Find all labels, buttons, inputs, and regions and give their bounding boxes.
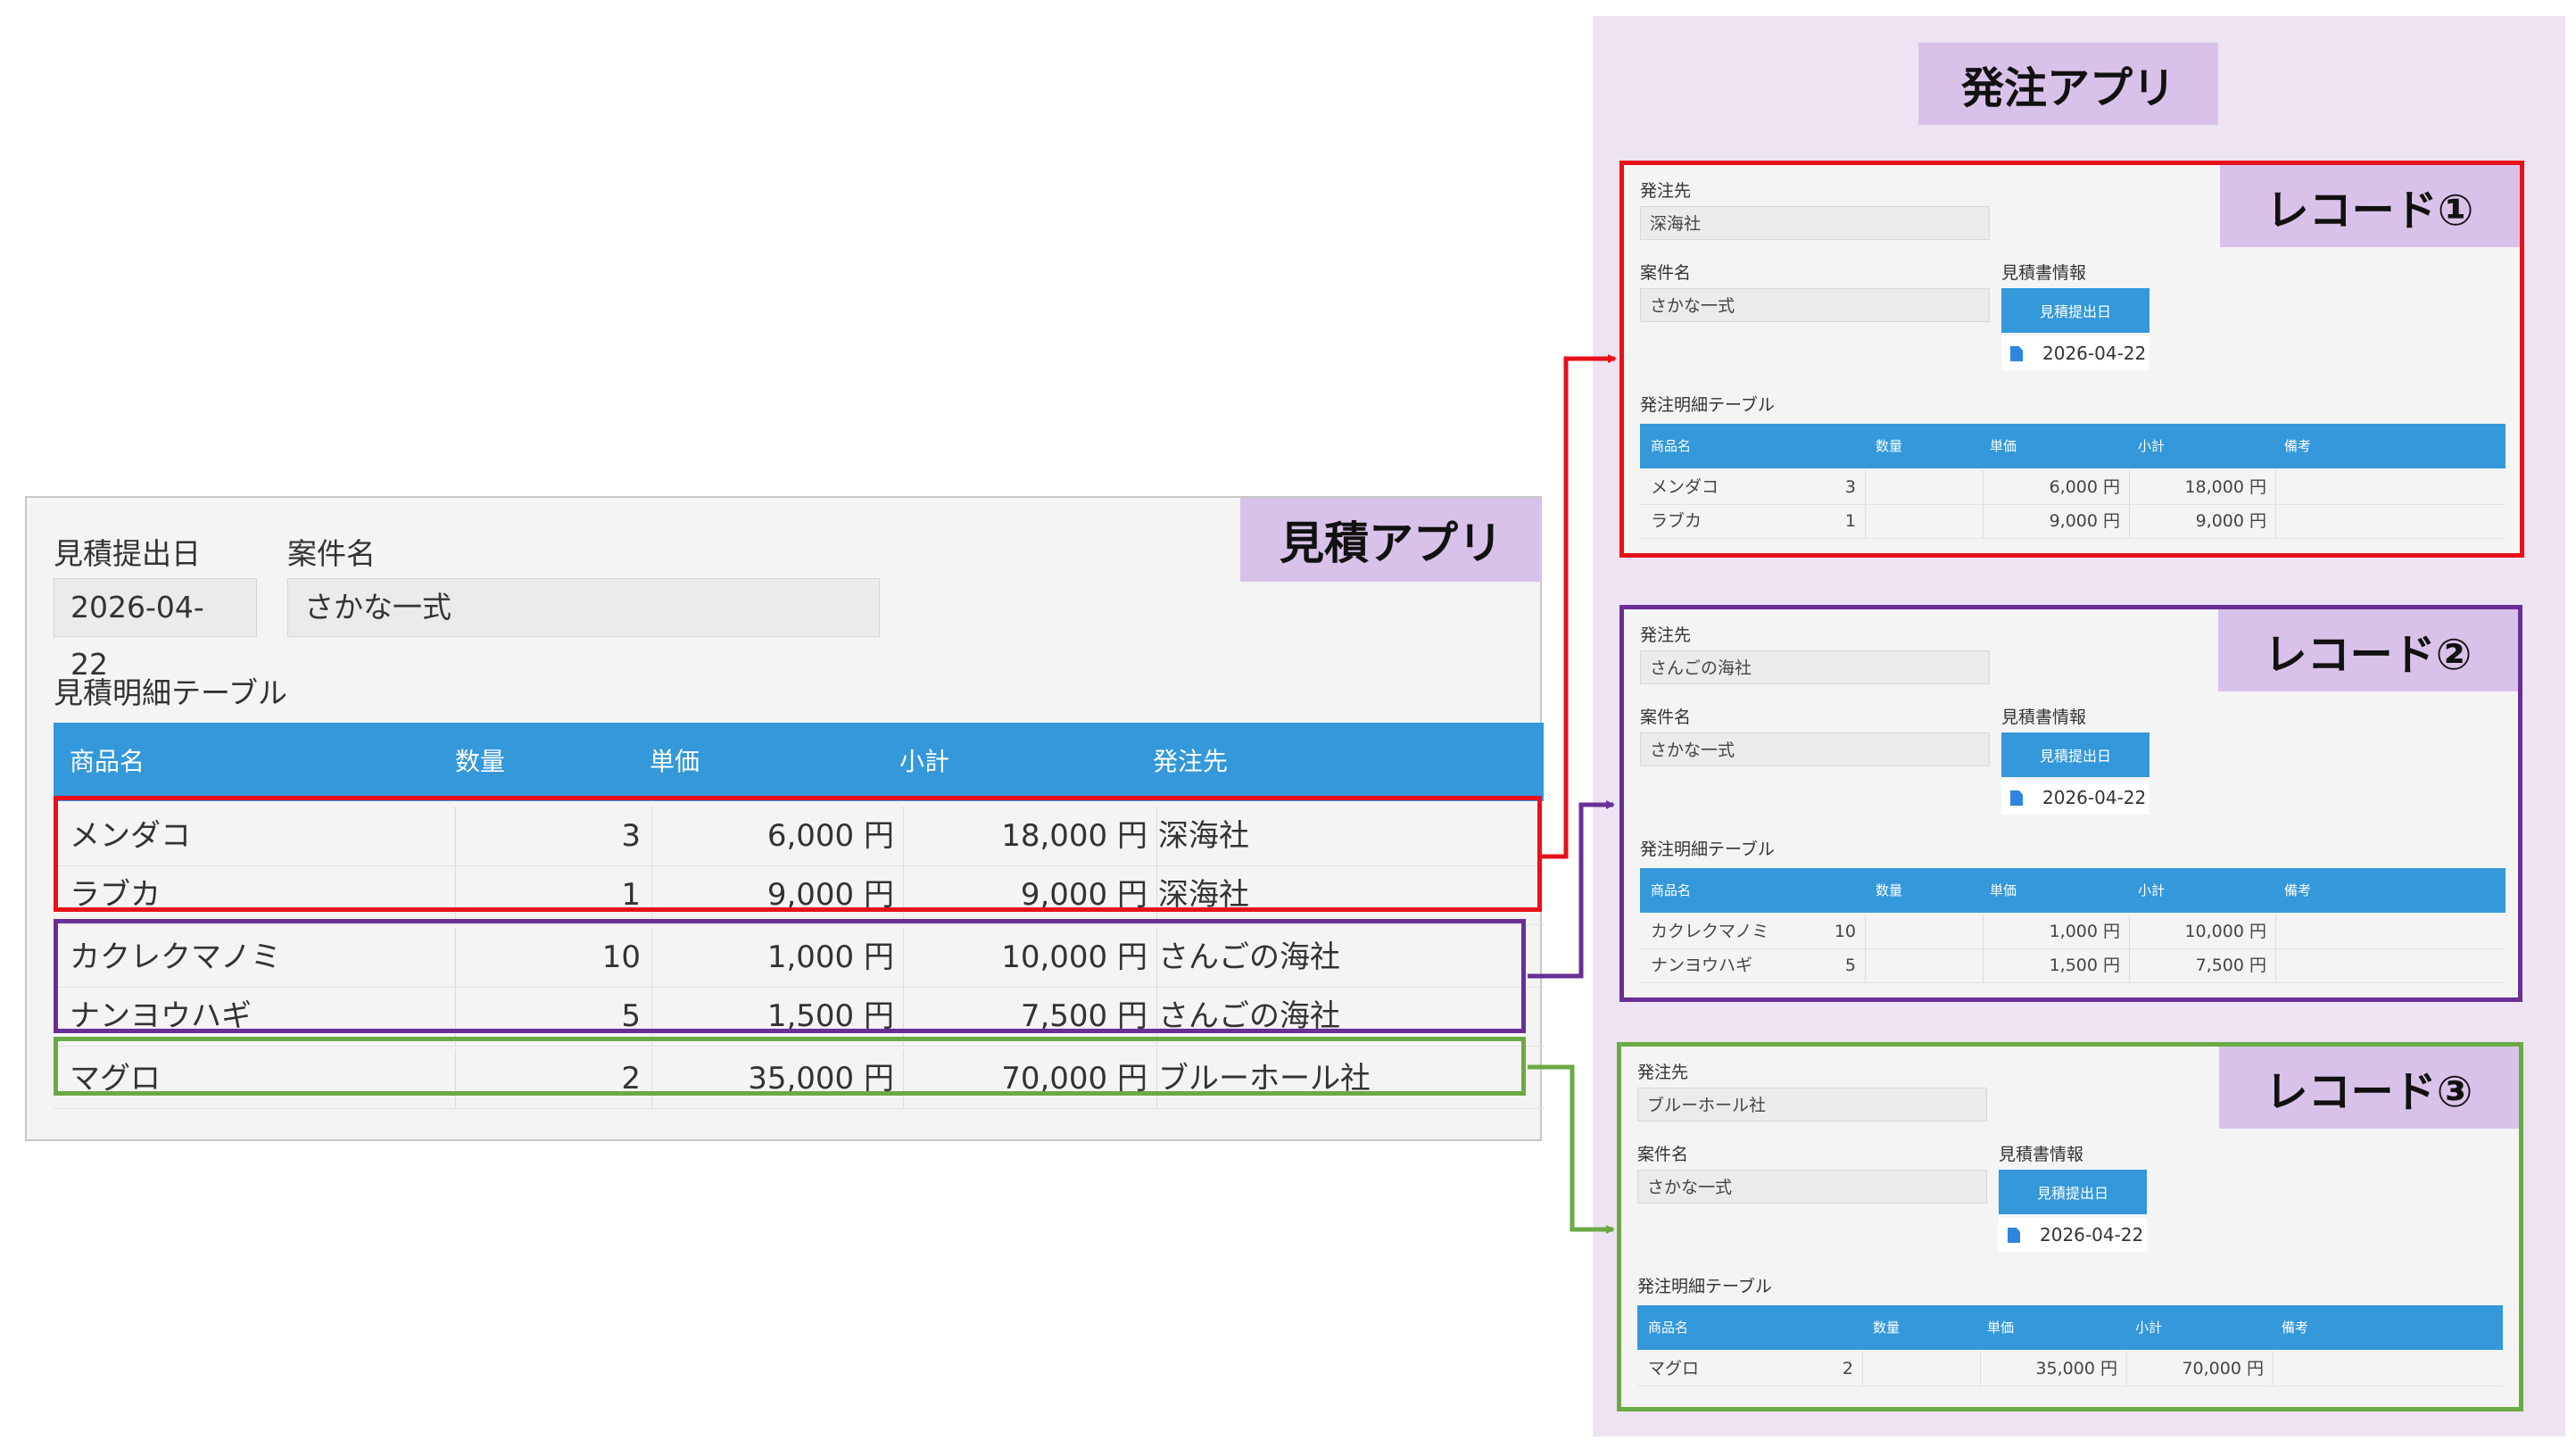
arrow-record-3 (1528, 1064, 1615, 1234)
arrow-record-2 (1528, 800, 1615, 979)
connector-arrows (1528, 354, 1617, 1234)
arrow-record-1 (1542, 354, 1617, 859)
